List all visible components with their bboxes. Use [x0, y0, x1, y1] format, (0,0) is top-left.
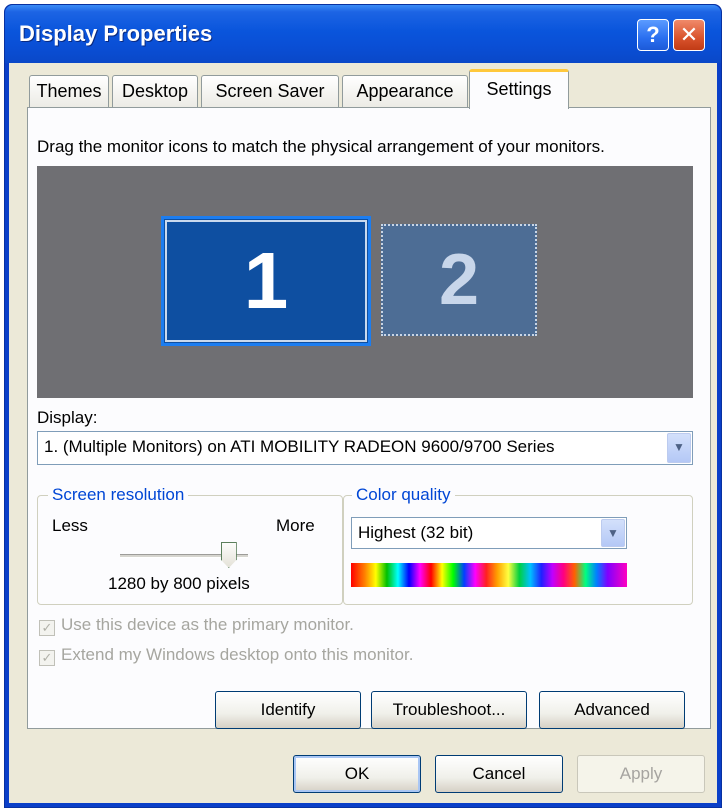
window-title: Display Properties: [19, 21, 213, 46]
resolution-slider-thumb[interactable]: [220, 542, 237, 568]
close-icon: ✕: [679, 22, 699, 47]
tab-appearance[interactable]: Appearance: [342, 75, 468, 107]
primary-monitor-label: Use this device as the primary monitor.: [61, 615, 354, 634]
identify-button[interactable]: Identify: [215, 691, 361, 729]
help-button[interactable]: ?: [637, 19, 669, 51]
tab-settings[interactable]: Settings: [469, 69, 569, 109]
apply-button: Apply: [577, 755, 705, 793]
color-quality-select[interactable]: Highest (32 bit) ▼: [351, 517, 627, 549]
screen-resolution-group: Screen resolution Less More 1280 by 800 …: [37, 485, 343, 605]
close-button[interactable]: ✕: [673, 19, 705, 51]
tab-desktop[interactable]: Desktop: [112, 75, 198, 107]
color-quality-value: Highest (32 bit): [358, 523, 474, 542]
display-label: Display:: [37, 408, 98, 427]
title-bar[interactable]: Display Properties ? ✕: [5, 5, 721, 63]
display-select[interactable]: 1. (Multiple Monitors) on ATI MOBILITY R…: [37, 431, 693, 465]
chevron-down-icon[interactable]: ▼: [667, 433, 691, 463]
display-select-value: 1. (Multiple Monitors) on ATI MOBILITY R…: [44, 437, 555, 456]
instruction-text: Drag the monitor icons to match the phys…: [37, 137, 605, 156]
dialog-client-area: Themes Desktop Screen Saver Appearance S…: [9, 63, 717, 803]
monitor-1-label: 1: [243, 236, 289, 325]
monitor-2-icon[interactable]: 2: [381, 224, 537, 336]
chevron-down-icon[interactable]: ▼: [601, 519, 625, 547]
more-label: More: [276, 516, 315, 535]
help-icon: ?: [646, 22, 660, 47]
extend-desktop-checkbox: ✓: [39, 650, 55, 666]
less-label: Less: [52, 516, 88, 535]
tab-screen-saver[interactable]: Screen Saver: [201, 75, 339, 107]
color-quality-label: Color quality: [352, 485, 455, 505]
troubleshoot-button[interactable]: Troubleshoot...: [371, 691, 527, 729]
monitor-1-icon[interactable]: 1: [161, 216, 371, 346]
extend-desktop-checkbox-row: ✓ Extend my Windows desktop onto this mon…: [39, 645, 413, 666]
color-quality-group: Color quality: [343, 485, 693, 605]
display-properties-window: Display Properties ? ✕ Themes Desktop Sc…: [4, 4, 722, 808]
ok-button[interactable]: OK: [293, 755, 421, 793]
monitor-arrangement-area[interactable]: 1 2: [37, 166, 693, 398]
color-spectrum-bar: [351, 563, 627, 587]
primary-monitor-checkbox: ✓: [39, 620, 55, 636]
monitor-2-label: 2: [438, 240, 480, 320]
primary-monitor-checkbox-row: ✓ Use this device as the primary monitor.: [39, 615, 354, 636]
cancel-button[interactable]: Cancel: [435, 755, 563, 793]
extend-desktop-label: Extend my Windows desktop onto this moni…: [61, 645, 414, 664]
screen-resolution-label: Screen resolution: [48, 485, 189, 505]
resolution-value: 1280 by 800 pixels: [108, 574, 250, 593]
tab-themes[interactable]: Themes: [29, 75, 109, 107]
advanced-button[interactable]: Advanced: [539, 691, 685, 729]
